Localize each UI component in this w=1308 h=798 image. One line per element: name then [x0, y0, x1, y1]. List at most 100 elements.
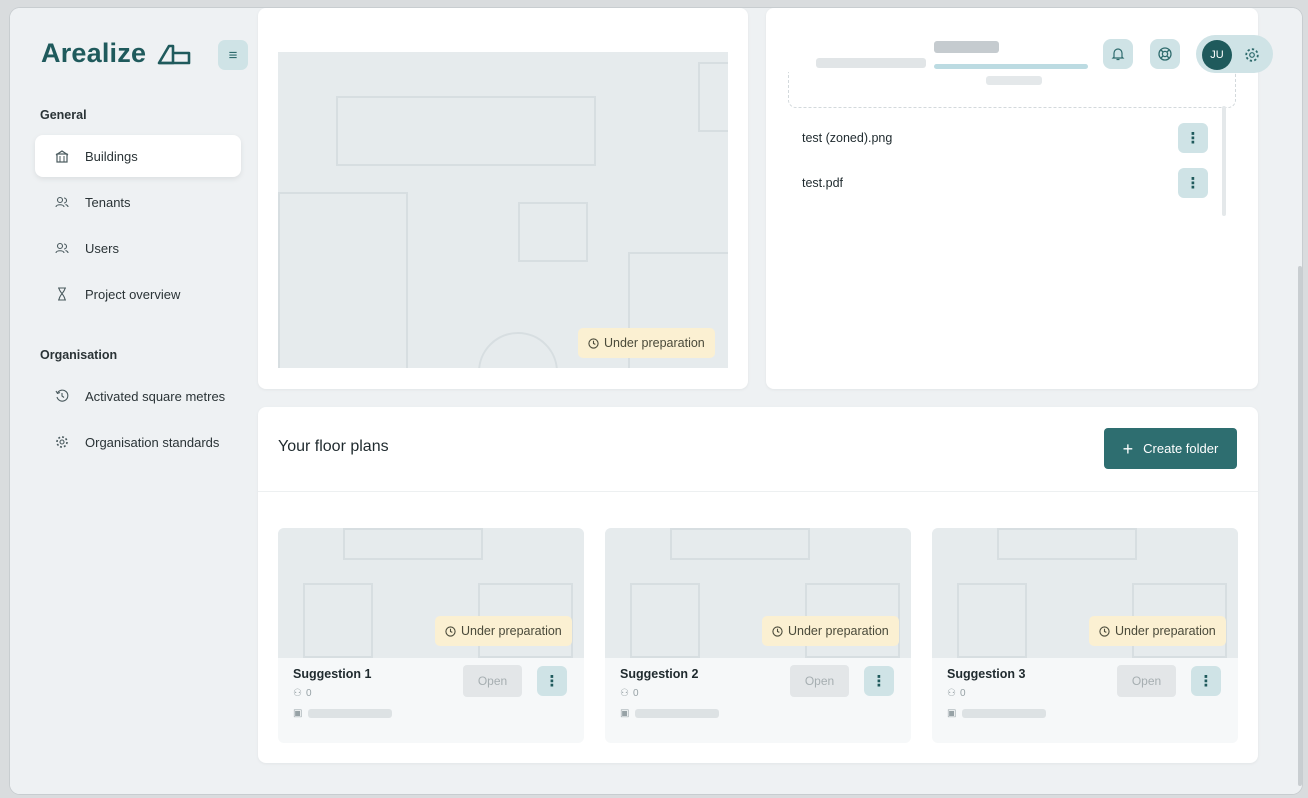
status-text: Under preparation [461, 624, 562, 638]
members-count: ⚇ 0 [947, 688, 966, 699]
sidebar-item-project-overview[interactable]: Project overview [35, 273, 241, 315]
header-skeleton [816, 58, 926, 68]
plan-preview-card: Under preparation [258, 8, 748, 389]
file-actions-button[interactable]: ⋮ [1178, 123, 1208, 153]
date-row: ▣ [293, 708, 393, 719]
calendar-icon: ▣ [293, 708, 303, 719]
users-icon [55, 195, 69, 209]
sidebar-item-tenants[interactable]: Tenants [35, 181, 241, 223]
date-skeleton [962, 709, 1047, 718]
floor-plan-actions-button[interactable]: ⋮ [537, 666, 567, 696]
header-skeleton [934, 41, 999, 53]
floor-plan-title: Suggestion 2 [620, 667, 699, 681]
clock-icon [1099, 625, 1110, 637]
clock-icon [772, 625, 783, 637]
kebab-icon: ⋮ [544, 673, 560, 690]
kebab-icon: ⋮ [1185, 130, 1201, 147]
section-title: Your floor plans [278, 438, 389, 455]
sidebar-item-buildings[interactable]: Buildings [35, 135, 241, 177]
clock-icon [588, 337, 599, 349]
floor-plan-card[interactable]: Under preparation Suggestion 1 ⚇ 0 ▣ Ope… [278, 528, 584, 743]
users-icon: ⚇ [293, 688, 302, 699]
create-folder-label: Create folder [1143, 441, 1219, 456]
hourglass-icon [55, 287, 69, 301]
members-count-value: 0 [959, 688, 966, 699]
status-badge: Under preparation [435, 616, 572, 646]
sidebar-item-label: Activated square metres [85, 388, 226, 404]
floor-plan-card[interactable]: Under preparation Suggestion 2 ⚇ 0 ▣ Ope… [605, 528, 911, 743]
kebab-icon: ⋮ [1198, 673, 1214, 690]
sidebar-item-activated-square-metres[interactable]: Activated square metres [35, 375, 241, 417]
plan-preview-image[interactable] [278, 52, 728, 368]
files-scrollbar[interactable] [1222, 106, 1226, 216]
header-skeleton [986, 76, 1042, 85]
floor-plan-actions-button[interactable]: ⋮ [1191, 666, 1221, 696]
help-button[interactable] [1150, 39, 1180, 69]
floor-plan-card[interactable]: Under preparation Suggestion 3 ⚇ 0 ▣ Ope… [932, 528, 1238, 743]
create-folder-button[interactable]: + Create folder [1104, 428, 1237, 469]
avatar[interactable]: JU [1202, 40, 1232, 70]
bell-icon [1111, 48, 1125, 61]
floor-plan-actions-button[interactable]: ⋮ [864, 666, 894, 696]
menu-toggle-button[interactable]: ≡ [218, 40, 248, 70]
gear-icon [1245, 48, 1259, 62]
sidebar-item-label: Buildings [85, 148, 138, 164]
status-text: Under preparation [788, 624, 889, 638]
status-text: Under preparation [604, 336, 705, 350]
section-label-general: General [40, 108, 87, 122]
header-progress-bar [934, 64, 1088, 69]
notifications-button[interactable] [1103, 39, 1133, 69]
date-skeleton [308, 709, 393, 718]
date-row: ▣ [620, 708, 720, 719]
history-icon [55, 389, 69, 403]
members-count: ⚇ 0 [293, 688, 312, 699]
app-root: Arealize ≡ General Buildings Tenants Use… [10, 8, 1302, 794]
open-button[interactable]: Open [1117, 665, 1176, 697]
floor-plan-title: Suggestion 1 [293, 667, 372, 681]
sidebar-item-label: Tenants [85, 194, 131, 210]
kebab-icon: ⋮ [1185, 175, 1201, 192]
calendar-icon: ▣ [947, 708, 957, 719]
page-scrollbar[interactable] [1298, 266, 1302, 786]
brand[interactable]: Arealize [41, 38, 192, 69]
members-count-value: 0 [305, 688, 312, 699]
sidebar-item-label: Project overview [85, 286, 181, 302]
lifebuoy-icon [1158, 47, 1172, 61]
file-name[interactable]: test.pdf [802, 176, 843, 190]
open-button[interactable]: Open [790, 665, 849, 697]
brand-name: Arealize [41, 38, 147, 68]
date-skeleton [635, 709, 720, 718]
logo-icon [157, 44, 191, 64]
sidebar-item-label: Organisation standards [85, 434, 220, 450]
members-count: ⚇ 0 [620, 688, 639, 699]
clock-icon [445, 625, 456, 637]
open-button[interactable]: Open [463, 665, 522, 697]
divider [258, 491, 1258, 492]
status-badge: Under preparation [762, 616, 899, 646]
avatar-initials: JU [1210, 49, 1224, 61]
floor-plan-title: Suggestion 3 [947, 667, 1026, 681]
sidebar: Arealize ≡ General Buildings Tenants Use… [10, 8, 255, 794]
app-window: Arealize ≡ General Buildings Tenants Use… [10, 8, 1302, 794]
file-actions-button[interactable]: ⋮ [1178, 168, 1208, 198]
sidebar-item-users[interactable]: Users [35, 227, 241, 269]
section-label-organisation: Organisation [40, 348, 118, 362]
menu-icon: ≡ [228, 46, 238, 64]
sidebar-item-organisation-standards[interactable]: Organisation standards [35, 421, 241, 463]
users-icon [55, 241, 69, 255]
status-badge: Under preparation [578, 328, 715, 358]
sidebar-item-label: Users [85, 240, 119, 256]
settings-button[interactable] [1243, 46, 1261, 64]
status-text: Under preparation [1115, 624, 1216, 638]
building-icon [55, 149, 69, 163]
gear-icon [55, 435, 69, 449]
plus-icon: + [1122, 438, 1134, 459]
calendar-icon: ▣ [620, 708, 630, 719]
status-badge: Under preparation [1089, 616, 1226, 646]
date-row: ▣ [947, 708, 1047, 719]
kebab-icon: ⋮ [871, 673, 887, 690]
members-count-value: 0 [632, 688, 639, 699]
users-icon: ⚇ [947, 688, 956, 699]
file-name[interactable]: test (zoned).png [802, 131, 892, 145]
users-icon: ⚇ [620, 688, 629, 699]
